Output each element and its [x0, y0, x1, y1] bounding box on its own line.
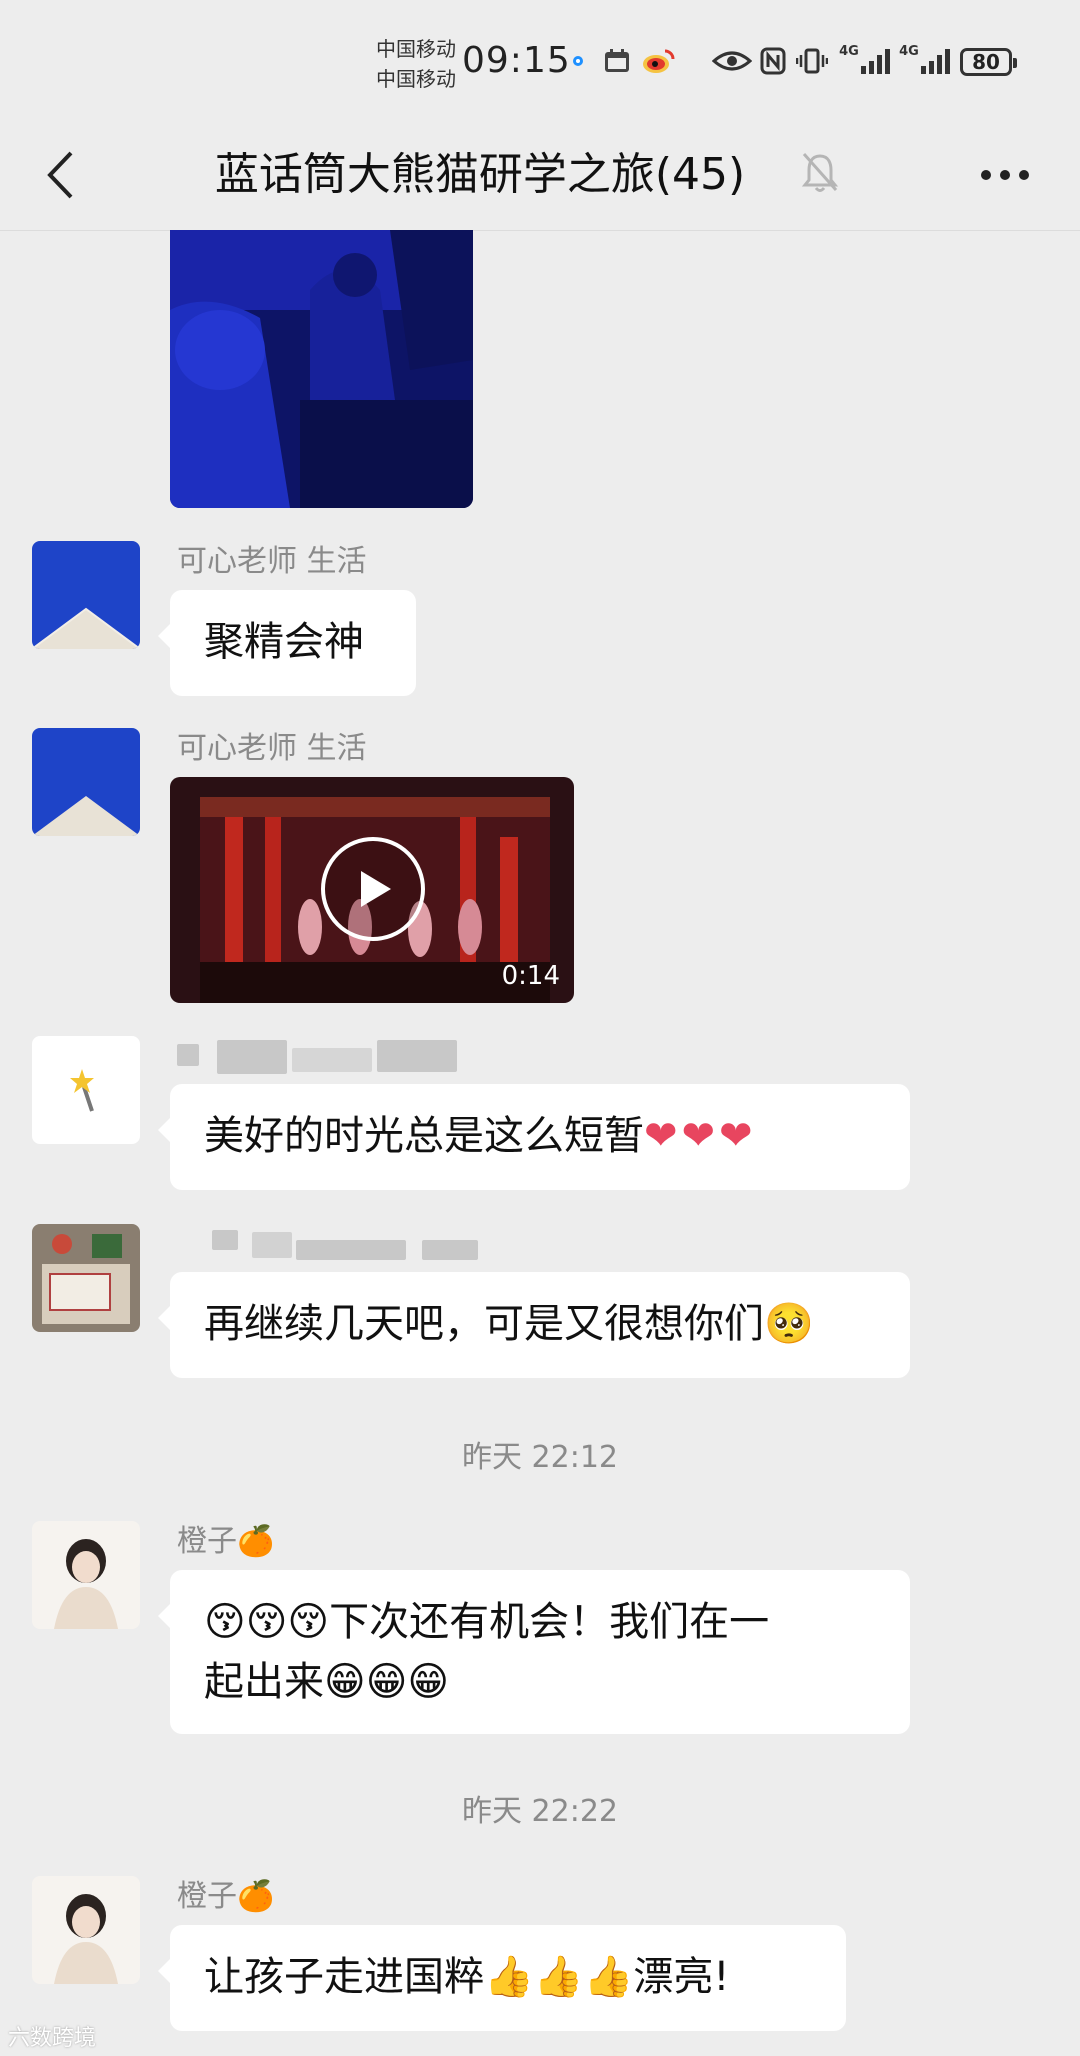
video-duration: 0:14	[501, 961, 560, 991]
avatar[interactable]	[32, 728, 140, 836]
eye-icon	[710, 46, 754, 76]
blur-block	[217, 1040, 287, 1074]
sender-name: 可心老师 生活	[177, 731, 367, 766]
message-line-1: 😚😚😚下次还有机会！我们在一	[204, 1599, 770, 1645]
image-message[interactable]	[170, 230, 473, 508]
network-1-label: 4G	[839, 44, 859, 59]
sender-name: 橙子🍊	[177, 1522, 274, 1562]
magic-wand-icon	[70, 1069, 94, 1112]
signal-2-icon: 4G	[898, 44, 954, 76]
weibo-icon	[638, 46, 678, 76]
chat-header: 蓝话筒大熊猫研学之旅(45)	[0, 120, 1080, 231]
vibrate-icon	[794, 46, 830, 76]
more-horizontal-icon	[981, 170, 1029, 180]
bell-off-icon	[800, 150, 848, 198]
avatar[interactable]	[32, 1036, 140, 1144]
message-text: 聚精会神	[204, 619, 364, 665]
sender-name-text: 橙子	[177, 1879, 237, 1914]
heart-emoji: ❤❤❤	[644, 1113, 757, 1159]
calendar-icon	[600, 46, 634, 76]
battery-indicator: 80	[960, 48, 1017, 76]
blur-block	[377, 1040, 457, 1072]
video-message[interactable]: 0:14	[170, 777, 574, 1003]
sender-name-blurred	[212, 1226, 482, 1266]
message-bubble[interactable]: 美好的时光总是这么短暂❤❤❤	[158, 1084, 910, 1190]
chat-title: 蓝话筒大熊猫研学之旅(45)	[214, 149, 746, 200]
timestamp: 昨天 22:12	[462, 1440, 618, 1475]
sender-name: 橙子🍊	[177, 1877, 274, 1917]
avatar[interactable]	[32, 541, 140, 649]
notification-dot-icon	[568, 46, 588, 76]
message-text: 再继续几天吧，可是又很想你们	[204, 1301, 764, 1347]
blur-block	[252, 1232, 292, 1258]
chevron-left-icon	[47, 151, 73, 199]
message-bubble[interactable]: 😚😚😚下次还有机会！我们在一 起出来😁😁😁	[158, 1570, 910, 1734]
sender-name-text: 橙子	[177, 1524, 237, 1559]
timestamp: 昨天 22:22	[462, 1794, 618, 1829]
message-bubble[interactable]: 聚精会神	[158, 590, 416, 696]
play-icon	[361, 871, 391, 907]
avatar-image	[32, 541, 140, 649]
watermark: 六数跨境	[8, 2026, 97, 2051]
blur-block	[422, 1240, 478, 1260]
signal-1-icon: 4G	[838, 44, 894, 76]
blur-block	[292, 1048, 372, 1072]
avatar[interactable]	[32, 1224, 140, 1332]
carrier-1: 中国移动	[376, 37, 456, 61]
status-time: 09:15	[462, 40, 571, 81]
play-button[interactable]	[321, 837, 425, 941]
avatar-image	[32, 1876, 140, 1984]
orange-emoji: 🍊	[237, 1524, 275, 1559]
blur-block	[296, 1240, 406, 1260]
carrier-labels: 中国移动 中国移动	[376, 34, 456, 94]
blur-block	[177, 1044, 199, 1066]
message-bubble[interactable]: 让孩子走进国粹👍👍👍漂亮!	[158, 1925, 846, 2031]
avatar-image	[32, 728, 140, 836]
message-line-2: 起出来😁😁😁	[204, 1659, 450, 1705]
back-button[interactable]	[30, 142, 90, 208]
battery-level: 80	[972, 50, 1000, 74]
orange-emoji: 🍊	[237, 1879, 275, 1914]
avatar-image	[32, 1521, 140, 1629]
photo-thumbnail	[170, 230, 473, 508]
avatar-image	[32, 1224, 140, 1332]
message-text: 美好的时光总是这么短暂	[204, 1113, 644, 1159]
blur-block	[212, 1230, 238, 1250]
sender-name: 可心老师 生活	[177, 544, 367, 579]
status-bar: 中国移动 中国移动 09:15 4G 4G 80	[0, 0, 1080, 120]
carrier-2: 中国移动	[376, 67, 456, 91]
more-button[interactable]	[975, 150, 1035, 200]
message-text: 让孩子走进国粹👍👍👍漂亮!	[204, 1954, 730, 2000]
network-2-label: 4G	[899, 44, 919, 59]
avatar[interactable]	[32, 1876, 140, 1984]
sender-name-blurred	[177, 1040, 477, 1076]
avatar[interactable]	[32, 1521, 140, 1629]
message-bubble[interactable]: 再继续几天吧，可是又很想你们🥺	[158, 1272, 910, 1378]
nfc-icon	[758, 46, 788, 76]
pleading-emoji: 🥺	[764, 1301, 814, 1347]
